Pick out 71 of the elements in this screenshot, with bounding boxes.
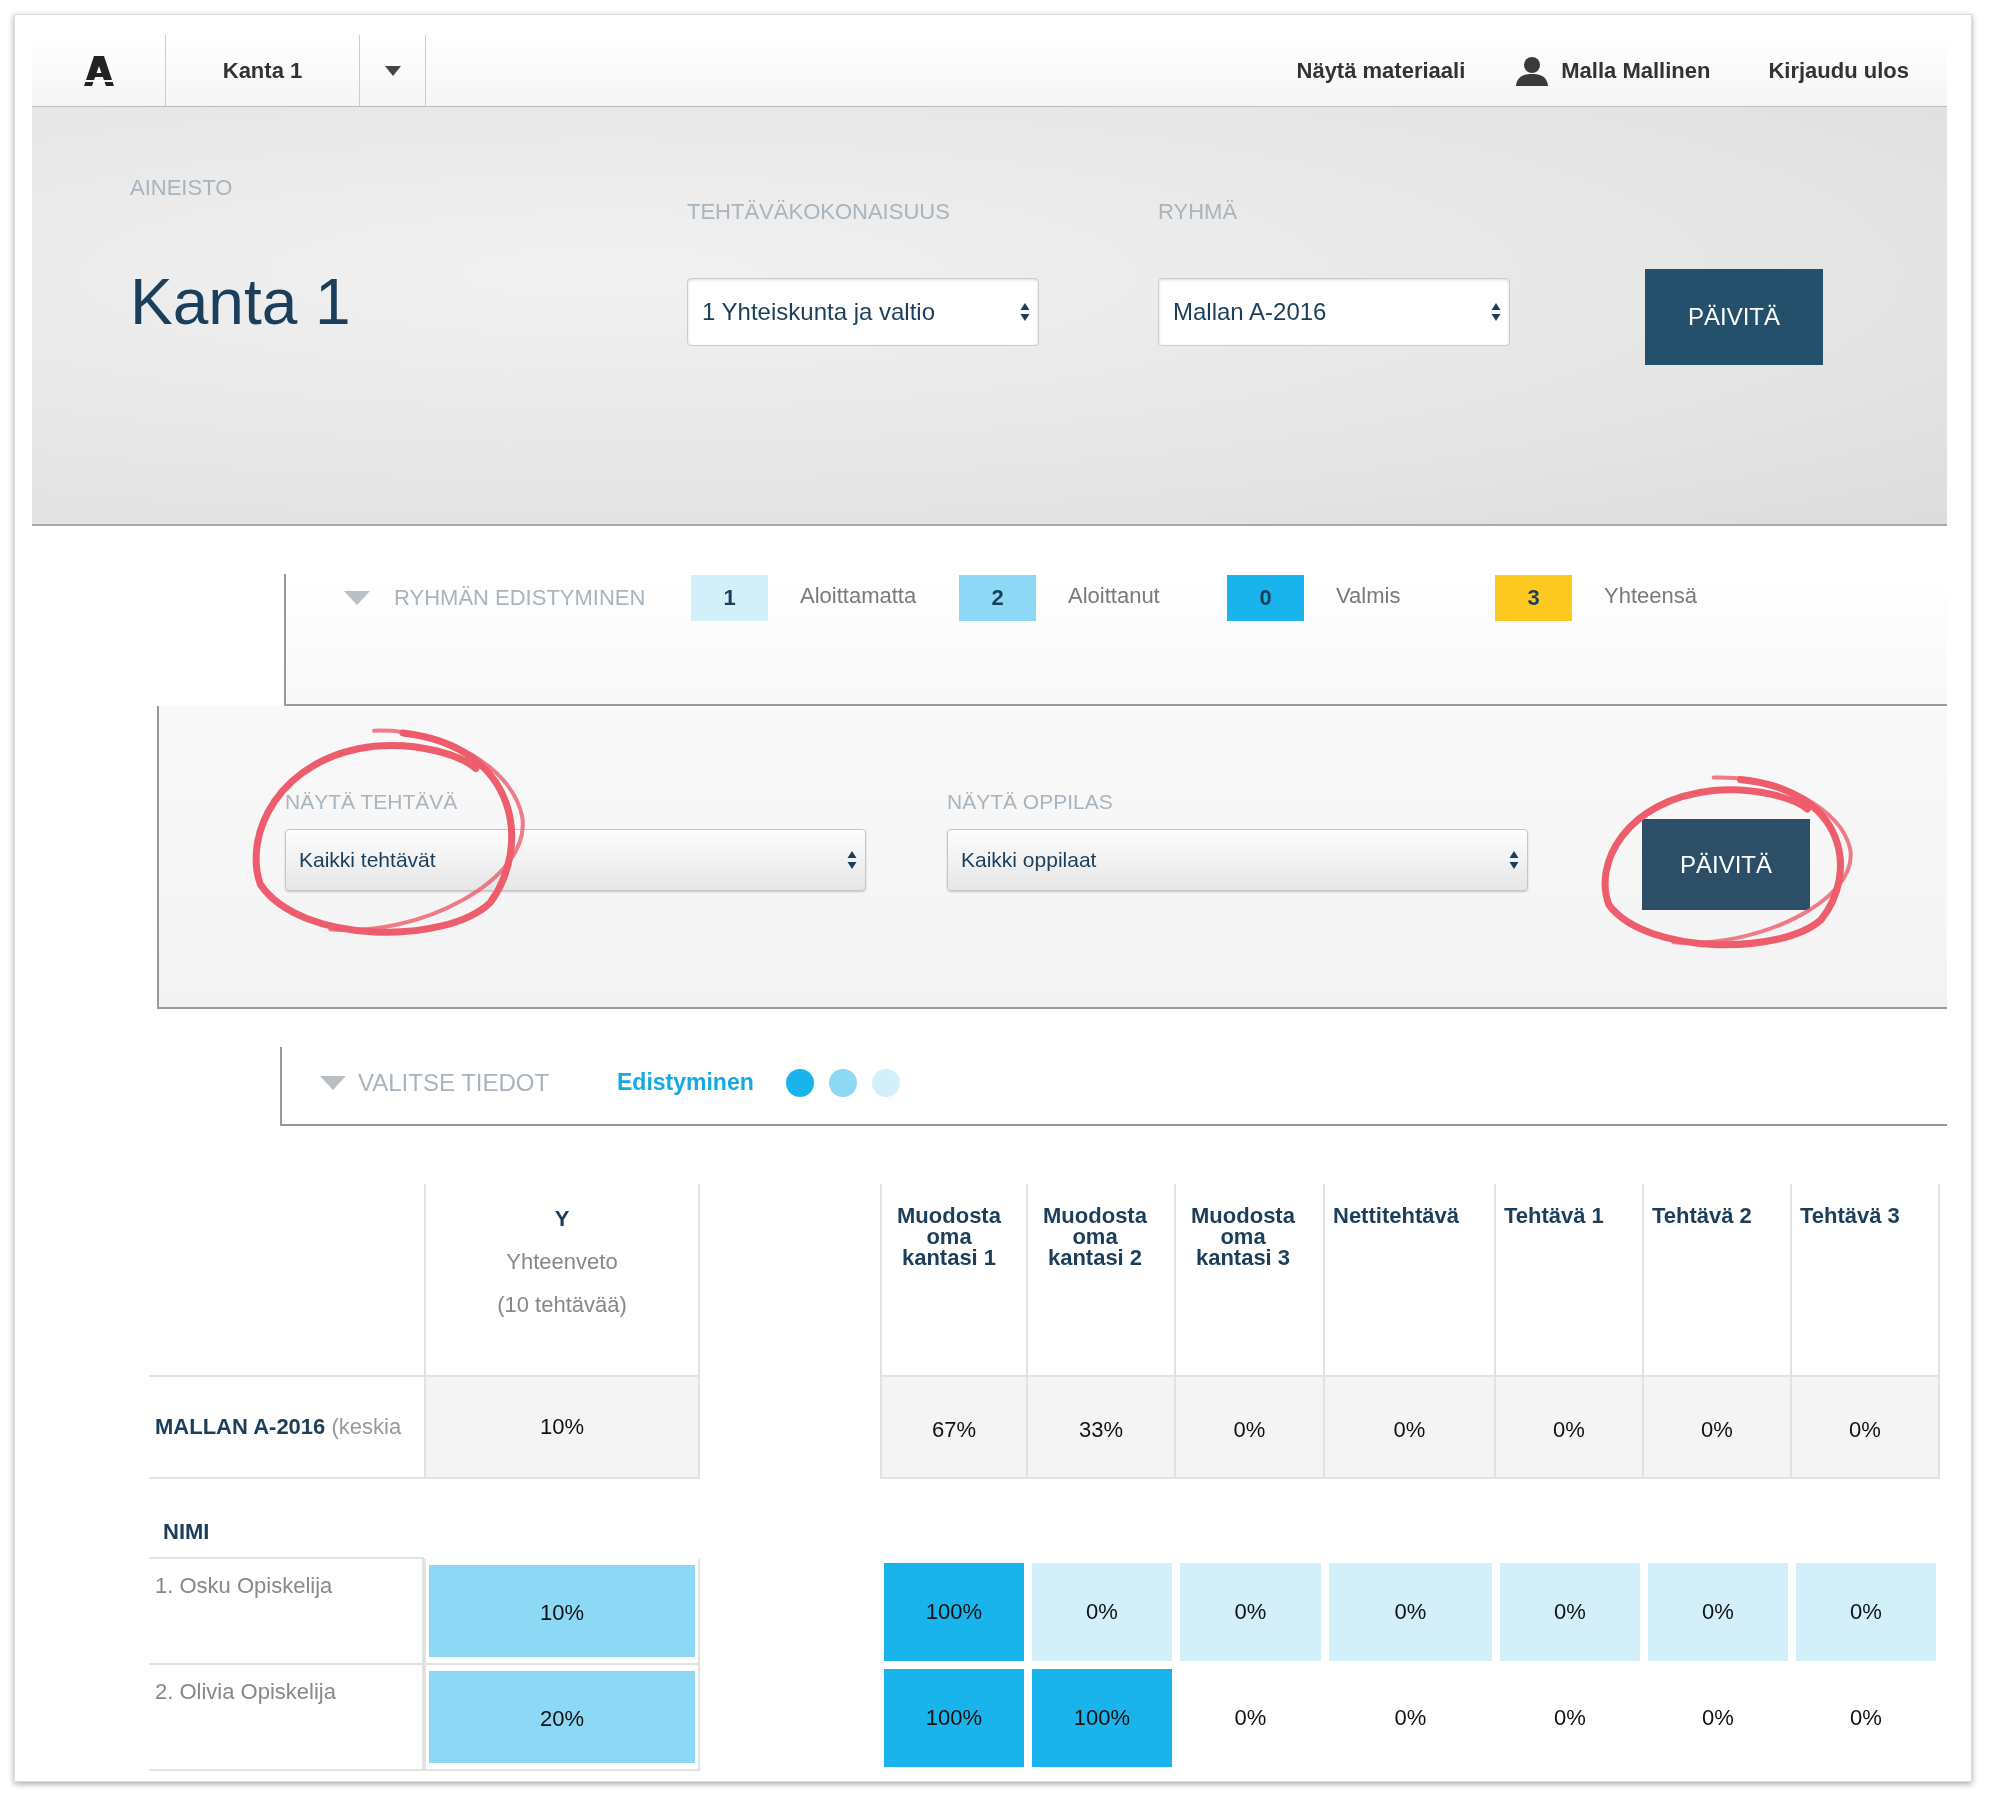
- progress-cell-text: 0%: [1393, 1704, 1428, 1732]
- table-cell: 0%: [1849, 1417, 1881, 1443]
- student-name: 2. Olivia Opiskelija: [155, 1679, 336, 1705]
- count-badge: 1: [691, 575, 768, 621]
- column-header: Muodosta oma kantasi 2: [1042, 1206, 1148, 1269]
- section-title: RYHMÄN EDISTYMINEN: [394, 585, 646, 611]
- progress-cell: 100%: [1032, 1669, 1172, 1767]
- progress-cell: 100%: [884, 1563, 1024, 1661]
- count-badge: 0: [1227, 575, 1304, 621]
- update-button[interactable]: PÄIVITÄ: [1645, 269, 1823, 365]
- stepper-icon: [1509, 850, 1519, 870]
- caret-icon[interactable]: [384, 65, 401, 76]
- user-icon: [1515, 55, 1550, 86]
- summary-cell: 20%: [429, 1671, 695, 1763]
- nav-link[interactable]: Kirjaudu ulos: [1768, 57, 1909, 84]
- stepper-icon: [847, 850, 857, 870]
- table-cell: 67%: [931, 1417, 976, 1443]
- student-name: 1. Osku Opiskelija: [155, 1573, 333, 1599]
- field-label: NÄYTÄ OPPILAS: [947, 790, 1114, 815]
- progress-cell-text: 0%: [1233, 1704, 1268, 1732]
- group-name: MALLAN A-2016 (keskia: [155, 1414, 402, 1440]
- legend-label: Yhteensä: [1604, 583, 1697, 609]
- table-cell: 0%: [1233, 1417, 1266, 1443]
- summary-cell: 10%: [429, 1565, 695, 1657]
- logo-icon[interactable]: [83, 55, 114, 86]
- legend-label: Aloittamatta: [800, 583, 917, 609]
- count-badge: 2: [959, 575, 1036, 621]
- select-field[interactable]: Kaikki oppilaat: [947, 829, 1528, 891]
- select-field[interactable]: Mallan A-2016: [1158, 278, 1510, 346]
- progress-cell: 0%: [1648, 1563, 1788, 1661]
- section-label: AINEISTO: [130, 175, 233, 201]
- table-cell: 0%: [1393, 1417, 1426, 1443]
- progress-cell: 0%: [1180, 1563, 1321, 1661]
- column-header: Tehtävä 3: [1800, 1206, 1900, 1227]
- select-field[interactable]: Kaikki tehtävät: [285, 829, 866, 891]
- progress-cell: 0%: [1032, 1563, 1172, 1661]
- count-badge: 3: [1495, 575, 1572, 621]
- table-cell: 0%: [1553, 1417, 1585, 1443]
- progress-cell: 0%: [1329, 1563, 1492, 1661]
- column-header: Tehtävä 2: [1652, 1206, 1752, 1227]
- section-title: VALITSE TIEDOT: [358, 1068, 551, 1097]
- select-field[interactable]: 1 Yhteiskunta ja valtio: [687, 278, 1039, 346]
- nav-link[interactable]: Näytä materiaali: [1296, 57, 1466, 84]
- table-cell: 33%: [1078, 1417, 1123, 1443]
- legend-label: Aloittanut: [1068, 583, 1160, 609]
- user-name-link[interactable]: Malla Mallinen: [1561, 57, 1711, 84]
- material-selector[interactable]: Kanta 1: [166, 35, 360, 106]
- field-label: RYHMÄ: [1158, 199, 1238, 225]
- table-cell: 10%: [539, 1414, 584, 1440]
- progress-cell: 0%: [1796, 1563, 1936, 1661]
- column-header: Muodosta oma kantasi 3: [1190, 1206, 1296, 1269]
- column-header: Muodosta oma kantasi 1: [896, 1206, 1002, 1269]
- progress-cell-text: 0%: [1701, 1704, 1735, 1732]
- progress-cell: 0%: [1500, 1563, 1640, 1661]
- column-heading: NIMI: [163, 1519, 210, 1545]
- stepper-icon: [1491, 302, 1501, 322]
- progress-cell-text: 0%: [1849, 1704, 1883, 1732]
- update-button[interactable]: PÄIVITÄ: [1642, 819, 1810, 910]
- column-header: Tehtävä 1: [1504, 1206, 1604, 1227]
- legend-label: Valmis: [1336, 583, 1401, 609]
- field-label: NÄYTÄ TEHTÄVÄ: [285, 790, 459, 815]
- field-label: TEHTÄVÄKOKONAISUUS: [687, 199, 950, 225]
- table-cell: 0%: [1701, 1417, 1733, 1443]
- progress-cell-text: 0%: [1553, 1704, 1587, 1732]
- stepper-icon: [1020, 302, 1030, 322]
- column-header: Nettitehtävä: [1333, 1206, 1459, 1227]
- page-title: Kanta 1: [130, 265, 351, 339]
- column-letter: Y: [554, 1206, 570, 1232]
- task-count: (10 tehtävää): [497, 1292, 627, 1318]
- progress-cell: 100%: [884, 1669, 1024, 1767]
- column-title: Yhteenveto: [506, 1249, 618, 1275]
